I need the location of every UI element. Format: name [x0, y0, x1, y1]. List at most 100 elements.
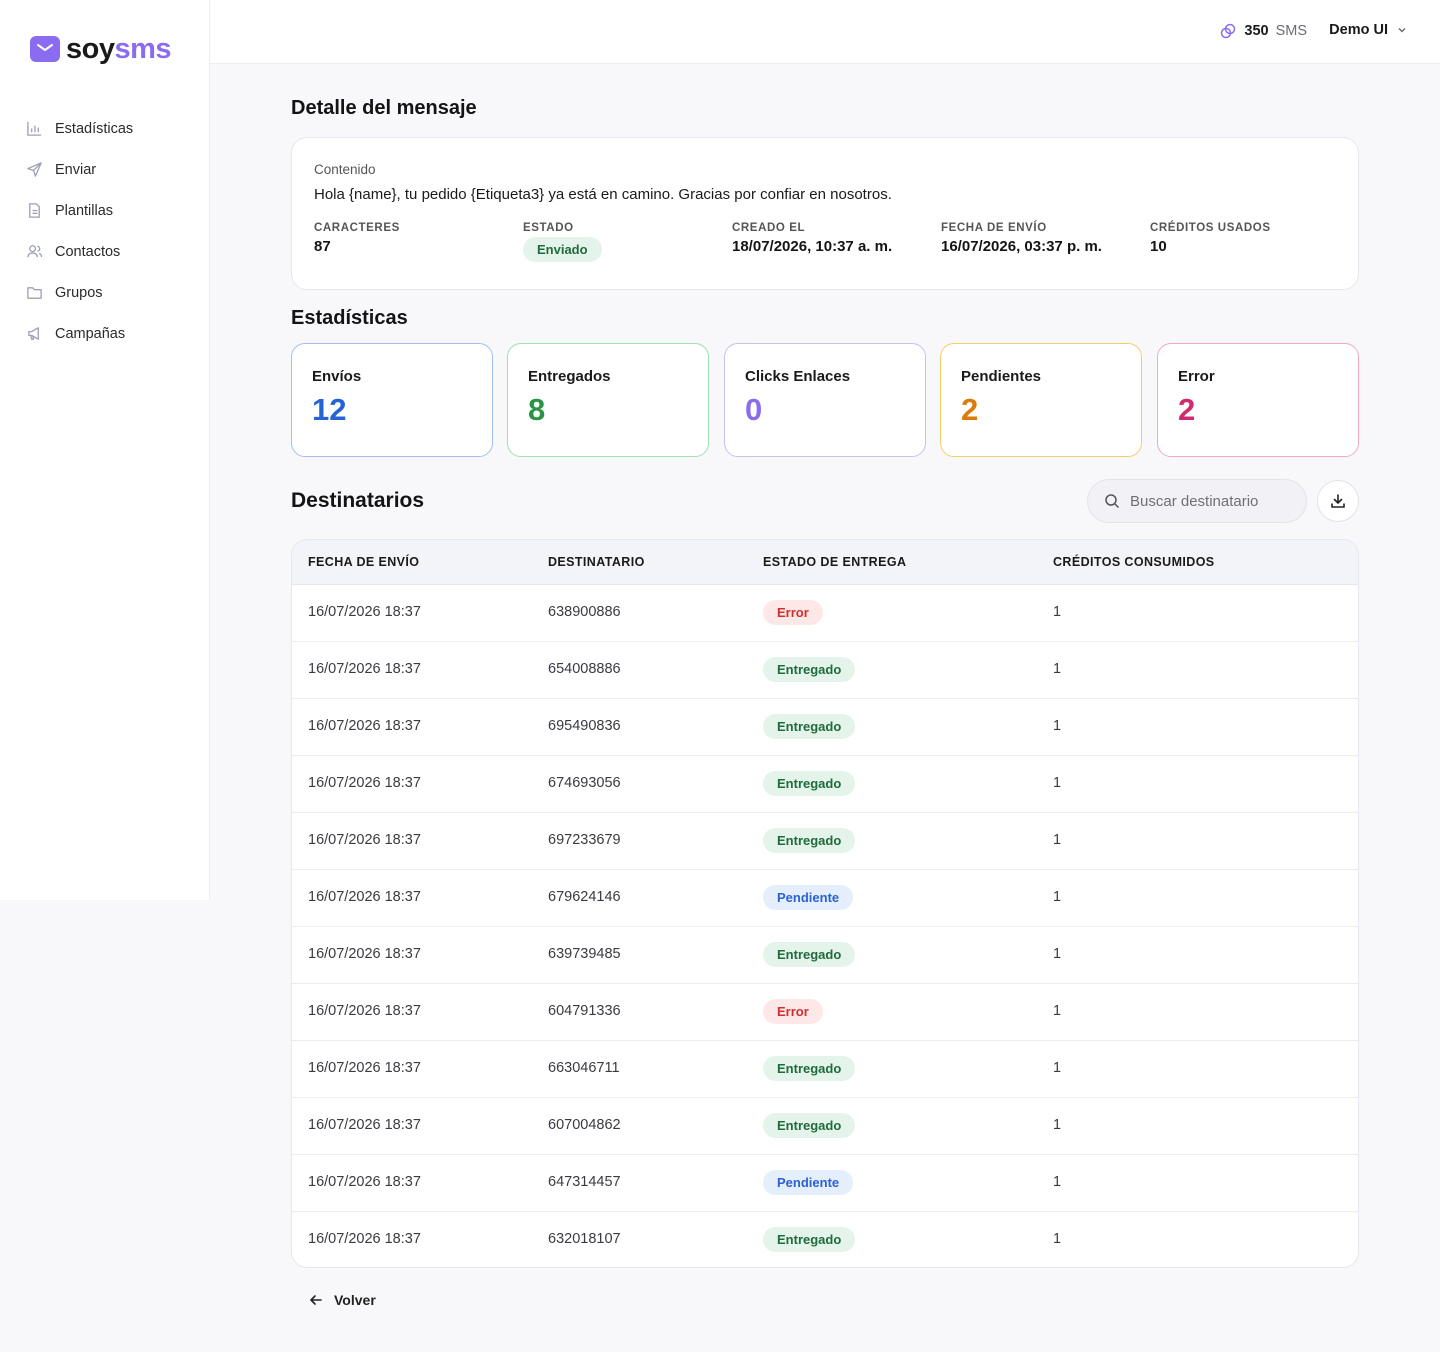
status-badge: Error — [763, 999, 823, 1024]
table-body: 16/07/2026 18:37 638900886 Error 1 16/07/202… — [292, 585, 1358, 1267]
meta-characters: CARACTERES 87 — [314, 222, 514, 255]
row-date: 16/07/2026 18:37 — [308, 1117, 421, 1133]
download-button[interactable] — [1317, 480, 1359, 522]
row-credits: 1 — [1053, 832, 1062, 848]
stat-label: Error — [1178, 368, 1215, 385]
table-header: FECHA DE ENVÍO DESTINATARIO ESTADO DE EN… — [292, 540, 1358, 585]
row-date: 16/07/2026 18:37 — [308, 775, 421, 791]
sidebar-item-grupos[interactable]: Grupos — [0, 272, 210, 313]
sidebar-item-contactos[interactable]: Contactos — [0, 231, 210, 272]
sidebar-item-campanas[interactable]: Campañas — [0, 313, 210, 354]
stat-label: Envíos — [312, 368, 362, 385]
stat-label: Clicks Enlaces — [745, 368, 851, 385]
status-badge: Entregado — [763, 657, 856, 682]
row-recipient: 663046711 — [548, 1060, 620, 1076]
row-status-cell: Entregado — [763, 657, 856, 682]
row-date: 16/07/2026 18:37 — [308, 1003, 421, 1019]
row-credits: 1 — [1053, 1117, 1062, 1133]
row-date: 16/07/2026 18:37 — [308, 1174, 421, 1190]
row-recipient: 639739485 — [548, 946, 621, 962]
sidebar-item-plantillas[interactable]: Plantillas — [0, 190, 210, 231]
table-row[interactable]: 16/07/2026 18:37 607004862 Entregado 1 — [292, 1098, 1358, 1155]
row-status-cell: Pendiente — [763, 1170, 854, 1195]
stats-title: Estadísticas — [291, 307, 408, 329]
user-menu[interactable]: Demo UI — [1329, 22, 1408, 38]
user-name: Demo UI — [1329, 22, 1388, 38]
download-icon — [1331, 494, 1345, 508]
meta-status: ESTADO Enviado — [523, 222, 723, 262]
bar-chart-icon — [27, 121, 42, 136]
table-row[interactable]: 16/07/2026 18:37 663046711 Entregado 1 — [292, 1041, 1358, 1098]
logo[interactable]: soysms — [30, 33, 172, 65]
row-date: 16/07/2026 18:37 — [308, 832, 421, 848]
row-recipient: 607004862 — [548, 1117, 621, 1133]
row-date: 16/07/2026 18:37 — [308, 718, 421, 734]
table-row[interactable]: 16/07/2026 18:37 679624146 Pendiente 1 — [292, 870, 1358, 927]
row-status-cell: Entregado — [763, 1056, 856, 1081]
column-header[interactable]: CRÉDITOS CONSUMIDOS — [1053, 555, 1215, 569]
table-row[interactable]: 16/07/2026 18:37 604791336 Error 1 — [292, 984, 1358, 1041]
row-recipient: 674693056 — [548, 775, 621, 791]
credits-unit: SMS — [1275, 23, 1307, 39]
row-status-cell: Error — [763, 600, 823, 625]
table-row[interactable]: 16/07/2026 18:37 639739485 Entregado 1 — [292, 927, 1358, 984]
sidebar-item-label: Enviar — [55, 161, 97, 178]
stat-value: 8 — [528, 392, 546, 427]
sidebar-item-label: Grupos — [55, 284, 103, 301]
row-credits: 1 — [1053, 946, 1062, 962]
row-credits: 1 — [1053, 1060, 1062, 1076]
chevron-down-icon — [1398, 28, 1406, 33]
row-credits: 1 — [1053, 775, 1062, 791]
meta-sent: FECHA DE ENVÍO 16/07/2026, 03:37 p. m. — [941, 222, 1141, 255]
status-badge: Entregado — [763, 1113, 856, 1138]
logo-text-part2: sms — [114, 33, 172, 65]
meta-value: 87 — [314, 238, 331, 255]
row-recipient: 604791336 — [548, 1003, 621, 1019]
meta-label: CREADO EL — [732, 222, 806, 234]
table-row[interactable]: 16/07/2026 18:37 632018107 Entregado 1 — [292, 1212, 1358, 1267]
meta-value: 10 — [1150, 238, 1167, 255]
sidebar-item-enviar[interactable]: Enviar — [0, 149, 210, 190]
sidebar-item-label: Contactos — [55, 243, 121, 260]
row-recipient: 679624146 — [548, 889, 621, 905]
column-header[interactable]: FECHA DE ENVÍO — [308, 555, 419, 569]
folder-icon — [27, 287, 42, 299]
table-row[interactable]: 16/07/2026 18:37 638900886 Error 1 — [292, 585, 1358, 642]
users-icon — [27, 245, 43, 258]
table-row[interactable]: 16/07/2026 18:37 674693056 Entregado 1 — [292, 756, 1358, 813]
sidebar-item-estadisticas[interactable]: Estadísticas — [0, 108, 210, 149]
meta-value: 16/07/2026, 03:37 p. m. — [941, 238, 1102, 255]
search-field[interactable] — [1087, 479, 1307, 523]
meta-credits: CRÉDITOS USADOS 10 — [1150, 222, 1350, 255]
status-badge: Enviado — [523, 237, 602, 262]
stat-value: 12 — [312, 392, 347, 427]
row-credits: 1 — [1053, 1003, 1062, 1019]
sidebar-item-label: Estadísticas — [55, 120, 134, 137]
back-button[interactable]: Volver — [308, 1292, 376, 1308]
row-date: 16/07/2026 18:37 — [308, 1231, 421, 1247]
row-status-cell: Entregado — [763, 1113, 856, 1138]
stat-label: Pendientes — [961, 368, 1042, 385]
status-badge: Entregado — [763, 771, 856, 796]
table-row[interactable]: 16/07/2026 18:37 647314457 Pendiente 1 — [292, 1155, 1358, 1212]
row-date: 16/07/2026 18:37 — [308, 604, 421, 620]
recipients-table: FECHA DE ENVÍO DESTINATARIO ESTADO DE EN… — [291, 539, 1359, 1268]
credits-count: 350 — [1244, 23, 1269, 39]
column-header[interactable]: DESTINATARIO — [548, 555, 645, 569]
row-status-cell: Entregado — [763, 1227, 856, 1252]
sidebar: soysms Estadísticas Enviar Plantillas Co… — [0, 0, 210, 900]
row-status-cell: Entregado — [763, 942, 856, 967]
search-input[interactable] — [1130, 492, 1290, 510]
megaphone-icon — [28, 327, 39, 340]
row-status-cell: Pendiente — [763, 885, 854, 910]
meta-label: FECHA DE ENVÍO — [941, 222, 1047, 234]
meta-value: 18/07/2026, 10:37 a. m. — [732, 238, 893, 255]
stat-card-error: Error 2 — [1157, 343, 1359, 457]
stat-value: 0 — [745, 392, 763, 427]
detail-title: Detalle del mensaje — [291, 97, 477, 119]
table-row[interactable]: 16/07/2026 18:37 697233679 Entregado 1 — [292, 813, 1358, 870]
meta-label: CARACTERES — [314, 222, 400, 234]
column-header[interactable]: ESTADO DE ENTREGA — [763, 555, 906, 569]
table-row[interactable]: 16/07/2026 18:37 695490836 Entregado 1 — [292, 699, 1358, 756]
table-row[interactable]: 16/07/2026 18:37 654008886 Entregado 1 — [292, 642, 1358, 699]
